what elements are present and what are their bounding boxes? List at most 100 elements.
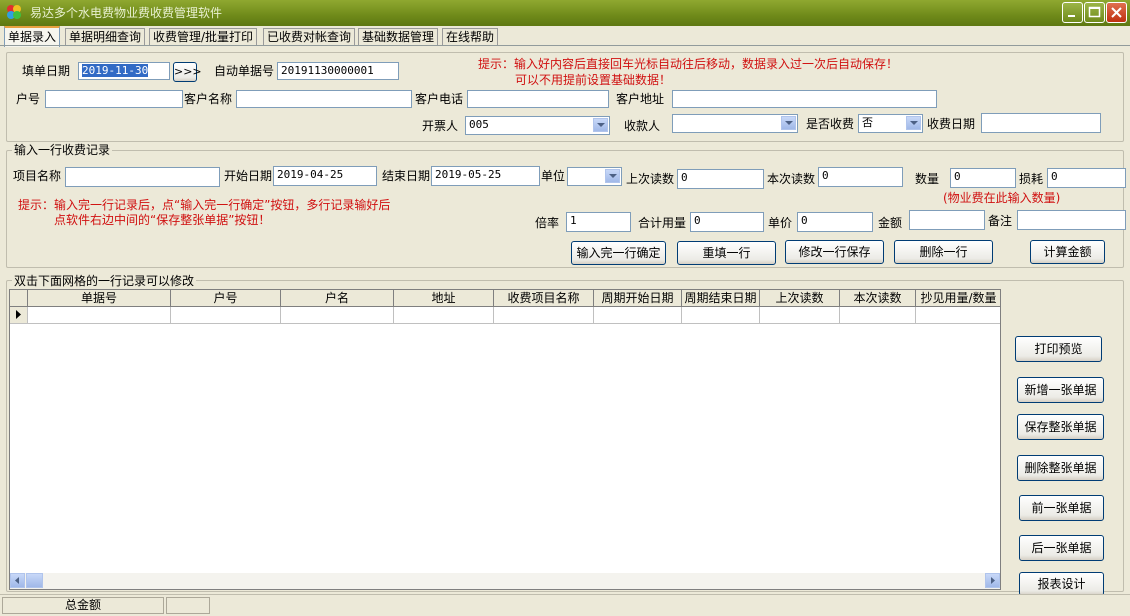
- table-cell[interactable]: [916, 307, 1000, 324]
- chevron-down-icon[interactable]: [593, 118, 608, 132]
- close-icon: [1111, 7, 1122, 18]
- item-name-label: 项目名称: [13, 169, 62, 183]
- start-date-label: 开始日期: [224, 169, 273, 183]
- chevron-down-icon[interactable]: [906, 116, 921, 130]
- table-cell[interactable]: [28, 307, 171, 324]
- prev-bill-button[interactable]: 前一张单据: [1019, 495, 1104, 521]
- confirm-row-button[interactable]: 输入完一行确定: [571, 241, 666, 265]
- this-reading-field[interactable]: 0: [818, 167, 903, 187]
- customer-address-field[interactable]: [672, 90, 937, 108]
- total-usage-label: 合计用量: [638, 216, 687, 230]
- close-button[interactable]: [1106, 2, 1127, 23]
- table-cell[interactable]: [494, 307, 594, 324]
- grid-group-label: 双击下面网格的一行记录可以修改: [12, 274, 197, 288]
- last-reading-label: 上次读数: [626, 172, 675, 186]
- loss-field[interactable]: 0: [1047, 168, 1126, 188]
- horizontal-scrollbar[interactable]: [10, 573, 1000, 589]
- auto-no-label: 自动单据号: [214, 64, 275, 78]
- calc-amount-button[interactable]: 计算金额: [1030, 240, 1105, 264]
- tab-online-help[interactable]: 在线帮助: [442, 28, 499, 45]
- fill-date-field[interactable]: 2019-11-30: [78, 62, 170, 80]
- customer-name-field[interactable]: [236, 90, 412, 108]
- title-bar: 易达多个水电费物业费收费管理软件: [0, 0, 1130, 26]
- remark-field[interactable]: [1017, 210, 1126, 230]
- minimize-button[interactable]: [1062, 2, 1083, 23]
- customer-phone-label: 客户电话: [415, 92, 464, 106]
- auto-no-field[interactable]: 20191130000001: [277, 62, 399, 80]
- app-icon: [7, 5, 21, 19]
- chevron-down-icon[interactable]: [605, 169, 620, 183]
- tab-fee-management[interactable]: 收费管理/批量打印: [149, 28, 258, 45]
- end-date-field[interactable]: 2019-05-25: [431, 166, 540, 186]
- next-bill-button[interactable]: 后一张单据: [1019, 535, 1104, 561]
- grid-col-account-name[interactable]: 户名: [281, 290, 394, 307]
- grid-col-period-end[interactable]: 周期结束日期: [682, 290, 760, 307]
- end-date-label: 结束日期: [382, 169, 431, 183]
- issuer-label: 开票人: [422, 119, 459, 133]
- tab-paid-reconciliation[interactable]: 已收费对帐查询: [263, 28, 356, 45]
- grid-col-address[interactable]: 地址: [394, 290, 494, 307]
- total-usage-field[interactable]: 0: [690, 212, 764, 232]
- chevron-down-icon[interactable]: [781, 116, 796, 130]
- customer-phone-field[interactable]: [467, 90, 609, 108]
- quantity-field[interactable]: 0: [950, 168, 1016, 188]
- table-cell[interactable]: [171, 307, 281, 324]
- tab-bill-detail-query[interactable]: 单据明细查询: [65, 28, 146, 45]
- modify-save-row-button[interactable]: 修改一行保存: [785, 240, 884, 264]
- remark-label: 备注: [988, 214, 1013, 228]
- is-paid-value: 否: [862, 116, 873, 129]
- unit-price-label: 单价: [768, 216, 793, 230]
- grid-col-account[interactable]: 户号: [171, 290, 281, 307]
- date-picker-button[interactable]: >>>: [173, 62, 202, 82]
- rate-label: 倍率: [535, 216, 560, 230]
- delete-row-button[interactable]: 删除一行: [894, 240, 993, 264]
- save-bill-button[interactable]: 保存整张单据: [1017, 414, 1104, 440]
- table-cell[interactable]: [281, 307, 394, 324]
- account-field[interactable]: [45, 90, 183, 108]
- table-cell[interactable]: [594, 307, 682, 324]
- last-reading-field[interactable]: 0: [677, 169, 764, 189]
- amount-field[interactable]: [909, 210, 985, 230]
- print-preview-button[interactable]: 打印预览: [1015, 336, 1102, 362]
- total-amount-value: [166, 597, 210, 614]
- grid-col-item-name[interactable]: 收费项目名称: [494, 290, 594, 307]
- tab-bar: 单据录入 单据明细查询 收费管理/批量打印 已收费对帐查询 基础数据管理 在线帮…: [0, 26, 1130, 47]
- loss-label: 损耗: [1019, 172, 1044, 186]
- start-date-field[interactable]: 2019-04-25: [273, 166, 377, 186]
- quantity-label: 数量: [915, 172, 940, 186]
- quantity-note: (物业费在此输入数量): [943, 191, 1061, 205]
- grid-col-bill-no[interactable]: 单据号: [28, 290, 171, 307]
- refill-row-button[interactable]: 重填一行: [677, 241, 776, 265]
- scroll-thumb[interactable]: [26, 573, 43, 588]
- account-label: 户号: [16, 92, 41, 106]
- new-bill-button[interactable]: 新增一张单据: [1017, 377, 1104, 403]
- grid-col-this-reading[interactable]: 本次读数: [840, 290, 916, 307]
- delete-bill-button[interactable]: 删除整张单据: [1017, 455, 1104, 481]
- unit-label: 单位: [541, 169, 566, 183]
- unit-price-field[interactable]: 0: [797, 212, 873, 232]
- table-cell[interactable]: [394, 307, 494, 324]
- payee-select[interactable]: [672, 114, 798, 133]
- table-cell[interactable]: [682, 307, 760, 324]
- records-grid[interactable]: 单据号 户号 户名 地址 收费项目名称 周期开始日期 周期结束日期 上次读数 本…: [9, 289, 1001, 590]
- pay-date-field[interactable]: [981, 113, 1101, 133]
- item-name-field[interactable]: [65, 167, 220, 187]
- pay-date-label: 收费日期: [927, 117, 976, 131]
- rate-field[interactable]: 1: [566, 212, 631, 232]
- tab-bill-entry[interactable]: 单据录入: [4, 26, 61, 47]
- scroll-right-icon[interactable]: [985, 573, 1000, 588]
- table-cell[interactable]: [760, 307, 840, 324]
- unit-select[interactable]: [567, 167, 622, 186]
- tab-basic-data[interactable]: 基础数据管理: [358, 28, 439, 45]
- table-cell[interactable]: [840, 307, 916, 324]
- grid-col-period-start[interactable]: 周期开始日期: [594, 290, 682, 307]
- entry-tip-line2: 点软件右边中间的“保存整张单据”按钮！: [54, 213, 271, 227]
- issuer-select[interactable]: 005: [465, 116, 610, 135]
- header-tip-line2: 可以不用提前设置基础数据！: [515, 73, 672, 87]
- maximize-button[interactable]: [1084, 2, 1105, 23]
- is-paid-select[interactable]: 否: [858, 114, 923, 133]
- report-design-button[interactable]: 报表设计: [1019, 572, 1104, 596]
- grid-col-last-reading[interactable]: 上次读数: [760, 290, 840, 307]
- grid-col-usage[interactable]: 抄见用量/数量: [916, 290, 1000, 307]
- scroll-left-icon[interactable]: [10, 573, 25, 588]
